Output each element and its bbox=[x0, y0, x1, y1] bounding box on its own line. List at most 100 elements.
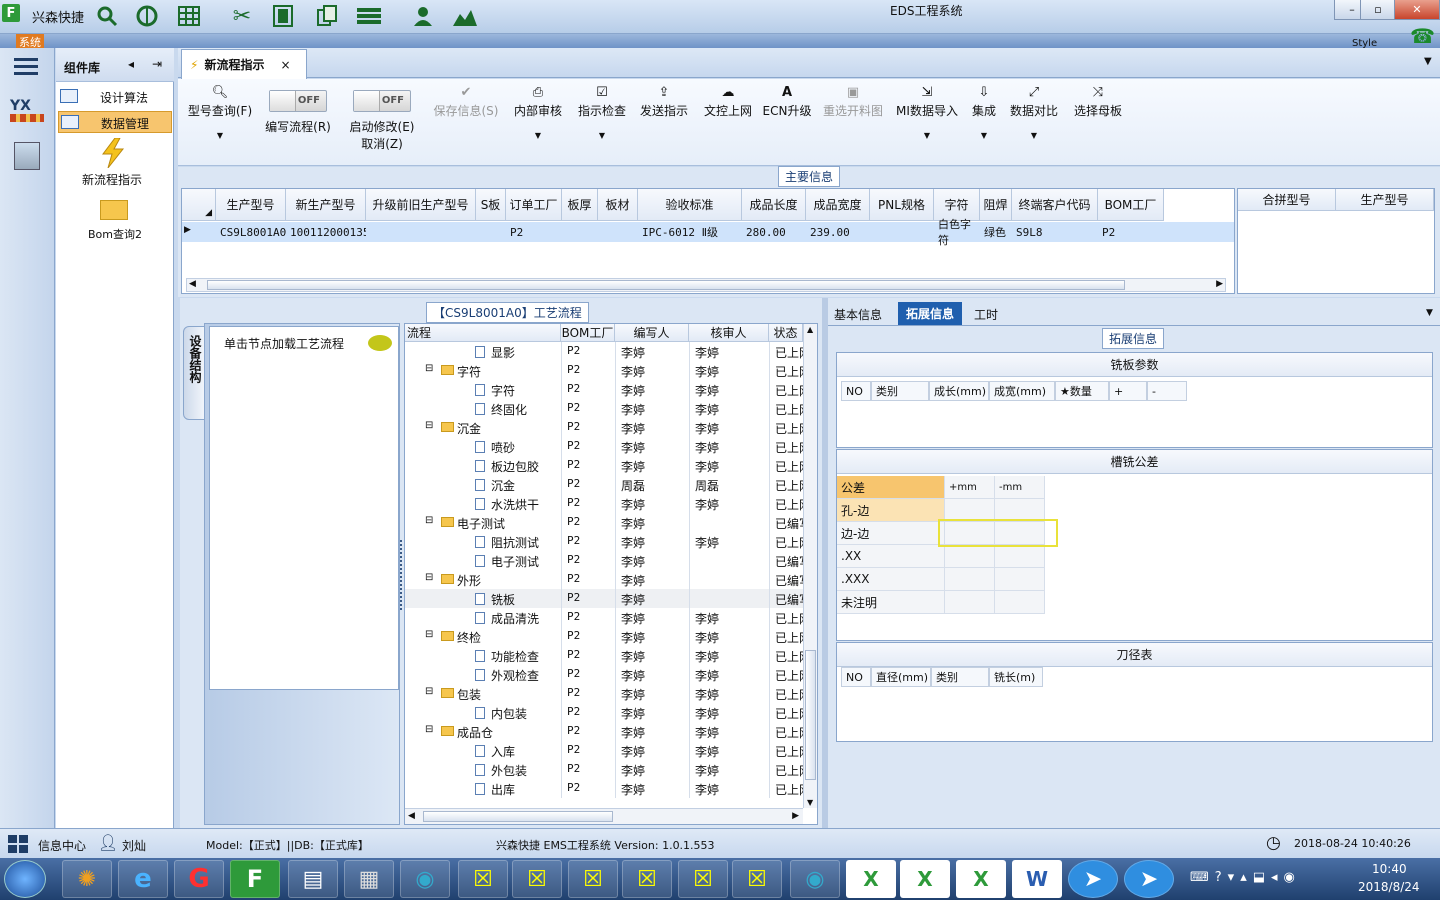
expand-toggle-icon[interactable]: ⊟ bbox=[425, 420, 433, 431]
taskbar-app-chat-icon[interactable]: ➤ bbox=[1068, 860, 1118, 898]
tree-row[interactable]: 出库 P2 李婷 李婷 已上网 bbox=[405, 779, 817, 798]
column-header[interactable]: 板材 bbox=[598, 189, 638, 221]
taskbar-app-window-icon[interactable]: ☒ bbox=[732, 860, 782, 898]
expand-toggle-icon[interactable]: ⊟ bbox=[425, 629, 433, 640]
expand-toggle-icon[interactable]: ⊟ bbox=[425, 515, 433, 526]
launcher-new-flow[interactable]: 新流程指示 bbox=[66, 138, 166, 187]
table-cell[interactable] bbox=[598, 222, 638, 242]
tree-row[interactable]: ⊟ 字符 P2 李婷 李婷 已上网 bbox=[405, 361, 817, 380]
toggle-switch[interactable]: OFF bbox=[269, 90, 327, 112]
dropdown-arrow-icon[interactable]: ▼ bbox=[924, 131, 930, 140]
horizontal-scrollbar[interactable]: ◀ ▶ bbox=[405, 808, 803, 824]
column-header[interactable]: 流程 bbox=[405, 324, 561, 342]
menu-item-design-algorithm[interactable]: 设计算法 bbox=[58, 86, 172, 108]
column-header[interactable]: 核审人 bbox=[689, 324, 769, 342]
taskbar-app-excel-icon[interactable]: X bbox=[846, 860, 896, 898]
tree-row[interactable]: 成品清洗 P2 李婷 李婷 已上网 bbox=[405, 608, 817, 627]
chart-icon[interactable] bbox=[452, 4, 478, 28]
column-header[interactable]: 成品宽度 bbox=[806, 189, 870, 221]
column-header[interactable]: BOM工厂 bbox=[561, 324, 615, 342]
column-header[interactable]: 升级前旧生产型号 bbox=[366, 189, 476, 221]
table-cell[interactable]: P2 bbox=[506, 222, 562, 242]
column-header[interactable]: 成宽(mm) bbox=[989, 381, 1055, 401]
column-header[interactable]: - bbox=[1147, 381, 1187, 401]
restore-button[interactable]: ▫ bbox=[1360, 0, 1396, 20]
grid-icon[interactable] bbox=[176, 4, 202, 28]
tree-row[interactable]: ⊟ 沉金 P2 李婷 李婷 已上网 bbox=[405, 418, 817, 437]
dropdown-arrow-icon[interactable]: ▼ bbox=[1031, 131, 1037, 140]
table-cell[interactable]: 280.00 bbox=[742, 222, 806, 242]
tree-row[interactable]: 沉金 P2 周磊 周磊 已上网 bbox=[405, 475, 817, 494]
tree-row[interactable]: ⊟ 外形 P2 李婷 已编写 bbox=[405, 570, 817, 589]
taskbar-app-eye-icon[interactable]: ◉ bbox=[790, 860, 840, 898]
expand-toggle-icon[interactable]: ⊟ bbox=[425, 686, 433, 697]
table-cell[interactable]: 绿色 bbox=[980, 222, 1012, 242]
taskbar-app-window-icon[interactable]: ☒ bbox=[458, 860, 508, 898]
table-cell[interactable]: 白色字符 bbox=[934, 218, 980, 247]
tree-row[interactable]: 显影 P2 李婷 李婷 已上网 bbox=[405, 342, 817, 361]
tab-close-icon[interactable]: × bbox=[280, 58, 290, 72]
table-cell[interactable] bbox=[366, 222, 476, 242]
column-header[interactable]: NO bbox=[841, 667, 871, 687]
taskbar-app-window-icon[interactable]: ☒ bbox=[568, 860, 618, 898]
copy-icon[interactable] bbox=[314, 4, 340, 28]
taskbar-app-save-icon[interactable]: ▤ bbox=[288, 860, 338, 898]
scissors-icon[interactable]: ✂ bbox=[229, 4, 255, 29]
tree-row[interactable]: 喷砂 P2 李婷 李婷 已上网 bbox=[405, 437, 817, 456]
tab-work-hours[interactable]: 工时 bbox=[974, 306, 998, 323]
model-query-button[interactable]: 🔍︎ 型号查询(F) ▼ bbox=[184, 82, 256, 152]
user-icon[interactable] bbox=[410, 4, 436, 28]
hamburger-icon[interactable] bbox=[14, 56, 38, 79]
button-sublabel[interactable]: 取消(Z) bbox=[361, 135, 403, 152]
table-cell[interactable]: CS9L8001A0 bbox=[216, 222, 286, 242]
table-cell[interactable]: 10011200013553 bbox=[286, 222, 383, 242]
send-instruction-button[interactable]: ⇪ 发送指示 bbox=[636, 82, 692, 152]
tree-row[interactable]: 水洗烘干 P2 李婷 李婷 已上网 bbox=[405, 494, 817, 513]
tree-row[interactable]: ⊟ 电子测试 P2 李婷 已编写 bbox=[405, 513, 817, 532]
horizontal-scrollbar[interactable]: ◀ ▶ bbox=[186, 278, 1226, 292]
toggle-switch[interactable]: OFF bbox=[353, 90, 411, 112]
column-header[interactable]: 生产型号 bbox=[1336, 189, 1434, 211]
expand-toggle-icon[interactable]: ⊟ bbox=[425, 572, 433, 583]
column-header[interactable]: 阻焊 bbox=[980, 189, 1012, 221]
reselect-layout-button[interactable]: ▣ 重选开料图 bbox=[820, 82, 886, 152]
dropdown-arrow-icon[interactable]: ▼ bbox=[535, 131, 541, 140]
taskbar-app-excel-icon[interactable]: X bbox=[900, 860, 950, 898]
tree-row[interactable]: 板边包胶 P2 李婷 李婷 已上网 bbox=[405, 456, 817, 475]
column-header[interactable]: 终端客户代码 bbox=[1012, 189, 1098, 221]
mi-import-button[interactable]: ⇲ MI数据导入 ▼ bbox=[894, 82, 960, 152]
scroll-thumb[interactable] bbox=[805, 650, 816, 780]
tab-new-flow[interactable]: ⚡ 新流程指示 × bbox=[181, 49, 307, 79]
tab-dropdown-icon[interactable]: ▼ bbox=[1424, 56, 1432, 67]
column-header[interactable]: BOM工厂 bbox=[1098, 189, 1164, 221]
menu-item-data-management[interactable]: 数据管理 bbox=[58, 111, 172, 133]
expand-toggle-icon[interactable]: ⊟ bbox=[425, 363, 433, 374]
tolerance-input[interactable] bbox=[945, 545, 995, 568]
tree-row[interactable]: ⊟ 成品仓 P2 李婷 李婷 已上网 bbox=[405, 722, 817, 741]
column-header[interactable]: PNL规格 bbox=[870, 189, 934, 221]
selected-cell-highlight[interactable] bbox=[938, 519, 1058, 547]
column-header[interactable]: 生产型号 bbox=[216, 189, 286, 221]
column-header[interactable]: 铣长(m) bbox=[989, 667, 1043, 687]
column-header[interactable]: + bbox=[1109, 381, 1147, 401]
scroll-thumb[interactable] bbox=[423, 811, 613, 822]
ecn-upgrade-button[interactable]: A ECN升级 bbox=[762, 82, 812, 152]
table-cell[interactable] bbox=[562, 222, 598, 242]
dropdown-arrow-icon[interactable]: ▼ bbox=[981, 131, 987, 140]
tray-icons[interactable]: ⌨?▾▴⬓◂◉ bbox=[1190, 870, 1301, 885]
column-header[interactable]: 公差 bbox=[837, 476, 945, 499]
info-center-link[interactable]: 信息中心 bbox=[38, 837, 86, 854]
dropdown-arrow-icon[interactable]: ▼ bbox=[217, 131, 223, 140]
table-cell[interactable]: IPC-6012 Ⅱ级 bbox=[638, 222, 742, 242]
tab-extended-info[interactable]: 拓展信息 bbox=[898, 302, 963, 325]
tree-row[interactable]: 阻抗测试 P2 李婷 李婷 已上网 bbox=[405, 532, 817, 551]
taskbar-app-f-icon[interactable]: F bbox=[230, 860, 280, 898]
tree-row[interactable]: 入库 P2 李婷 李婷 已上网 bbox=[405, 741, 817, 760]
collapse-arrow-icon[interactable]: ◂ bbox=[128, 57, 134, 71]
column-header[interactable]: 直径(mm) bbox=[871, 667, 931, 687]
film-icon[interactable] bbox=[270, 4, 296, 28]
table-cell[interactable]: S9L8 bbox=[1012, 222, 1098, 242]
taskbar-date[interactable]: 2018/8/24 bbox=[1358, 880, 1420, 894]
column-header[interactable]: 验收标准 bbox=[638, 189, 742, 221]
vertical-scrollbar[interactable]: ▲ ▼ bbox=[803, 324, 817, 808]
